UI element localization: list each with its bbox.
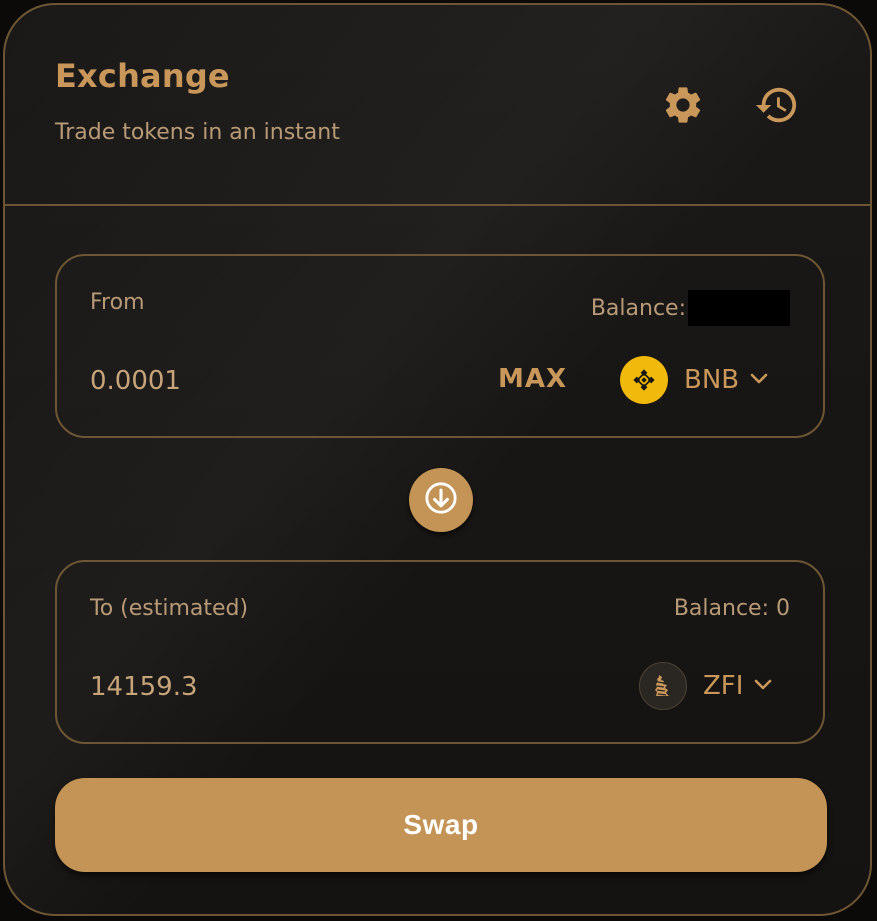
chevron-down-icon bbox=[749, 371, 769, 390]
zfi-logo-icon bbox=[639, 662, 687, 710]
from-token-select[interactable]: BNB bbox=[620, 354, 769, 406]
to-amount-input[interactable] bbox=[90, 672, 390, 702]
to-balance: Balance: 0 bbox=[674, 596, 790, 621]
gear-icon bbox=[661, 83, 705, 131]
bnb-logo-icon bbox=[620, 356, 668, 404]
swap-button[interactable]: Swap bbox=[55, 778, 827, 872]
page-subtitle: Trade tokens in an instant bbox=[55, 120, 340, 145]
max-button[interactable]: MAX bbox=[498, 364, 567, 394]
exchange-card: Exchange Trade tokens in an instant From… bbox=[3, 3, 872, 916]
from-token-symbol: BNB bbox=[684, 365, 740, 395]
to-token-symbol: ZFI bbox=[703, 671, 744, 701]
switch-direction-button[interactable] bbox=[409, 468, 473, 532]
chevron-down-icon bbox=[753, 677, 773, 696]
from-amount-input[interactable] bbox=[90, 366, 390, 396]
arrow-down-icon bbox=[424, 481, 458, 519]
from-label: From bbox=[90, 290, 145, 315]
from-panel: From Balance: MAX bbox=[55, 254, 825, 438]
from-balance: Balance: bbox=[591, 290, 790, 326]
to-panel: To (estimated) Balance: 0 ZFI bbox=[55, 560, 825, 744]
exchange-header: Exchange Trade tokens in an instant bbox=[5, 5, 870, 206]
page-title: Exchange bbox=[55, 57, 230, 95]
redacted-balance bbox=[688, 290, 790, 326]
history-button[interactable] bbox=[753, 83, 801, 131]
to-token-select[interactable]: ZFI bbox=[639, 660, 773, 712]
to-balance-label: Balance: 0 bbox=[673, 596, 790, 621]
swap-button-label: Swap bbox=[403, 809, 479, 840]
settings-button[interactable] bbox=[659, 83, 707, 131]
from-balance-label: Balance: bbox=[590, 295, 686, 321]
history-icon bbox=[754, 82, 800, 132]
to-label: To (estimated) bbox=[90, 596, 249, 621]
